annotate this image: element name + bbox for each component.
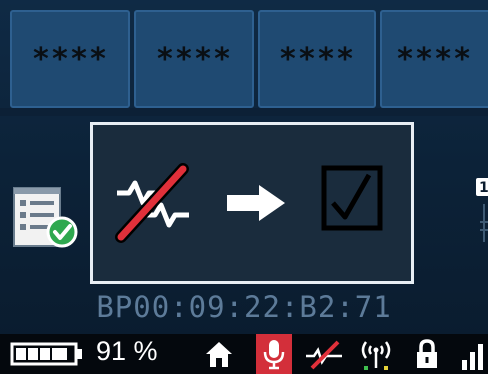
- home-icon[interactable]: [204, 340, 234, 368]
- partial-icon[interactable]: 1: [470, 170, 488, 250]
- tile-2[interactable]: ****: [134, 10, 254, 108]
- arrow-right-icon: [227, 185, 285, 221]
- screen: **** **** **** **** 1 BP00:09:22:B2:71 9…: [0, 0, 488, 374]
- no-signal-icon: [115, 163, 189, 243]
- pairing-dialog: [90, 122, 414, 284]
- svg-text:1: 1: [479, 180, 488, 196]
- battery-icon: [10, 342, 82, 366]
- checkbox-checked-icon: [321, 165, 383, 231]
- tile-4[interactable]: ****: [380, 10, 488, 108]
- lock-icon: [417, 339, 437, 368]
- battery-percent: 91 %: [96, 336, 158, 366]
- no-signal-status-icon: [306, 340, 342, 370]
- microphone-icon[interactable]: [262, 338, 286, 370]
- checklist-icon[interactable]: [12, 186, 82, 252]
- tile-3[interactable]: ****: [258, 10, 376, 108]
- device-address: BP00:09:22:B2:71: [96, 290, 392, 324]
- tile-1[interactable]: ****: [10, 10, 130, 108]
- tile-row-divider: [0, 108, 488, 116]
- antenna-icon: [361, 341, 391, 370]
- signal-strength-icon: [462, 344, 483, 370]
- status-bar: 91 %: [0, 334, 488, 374]
